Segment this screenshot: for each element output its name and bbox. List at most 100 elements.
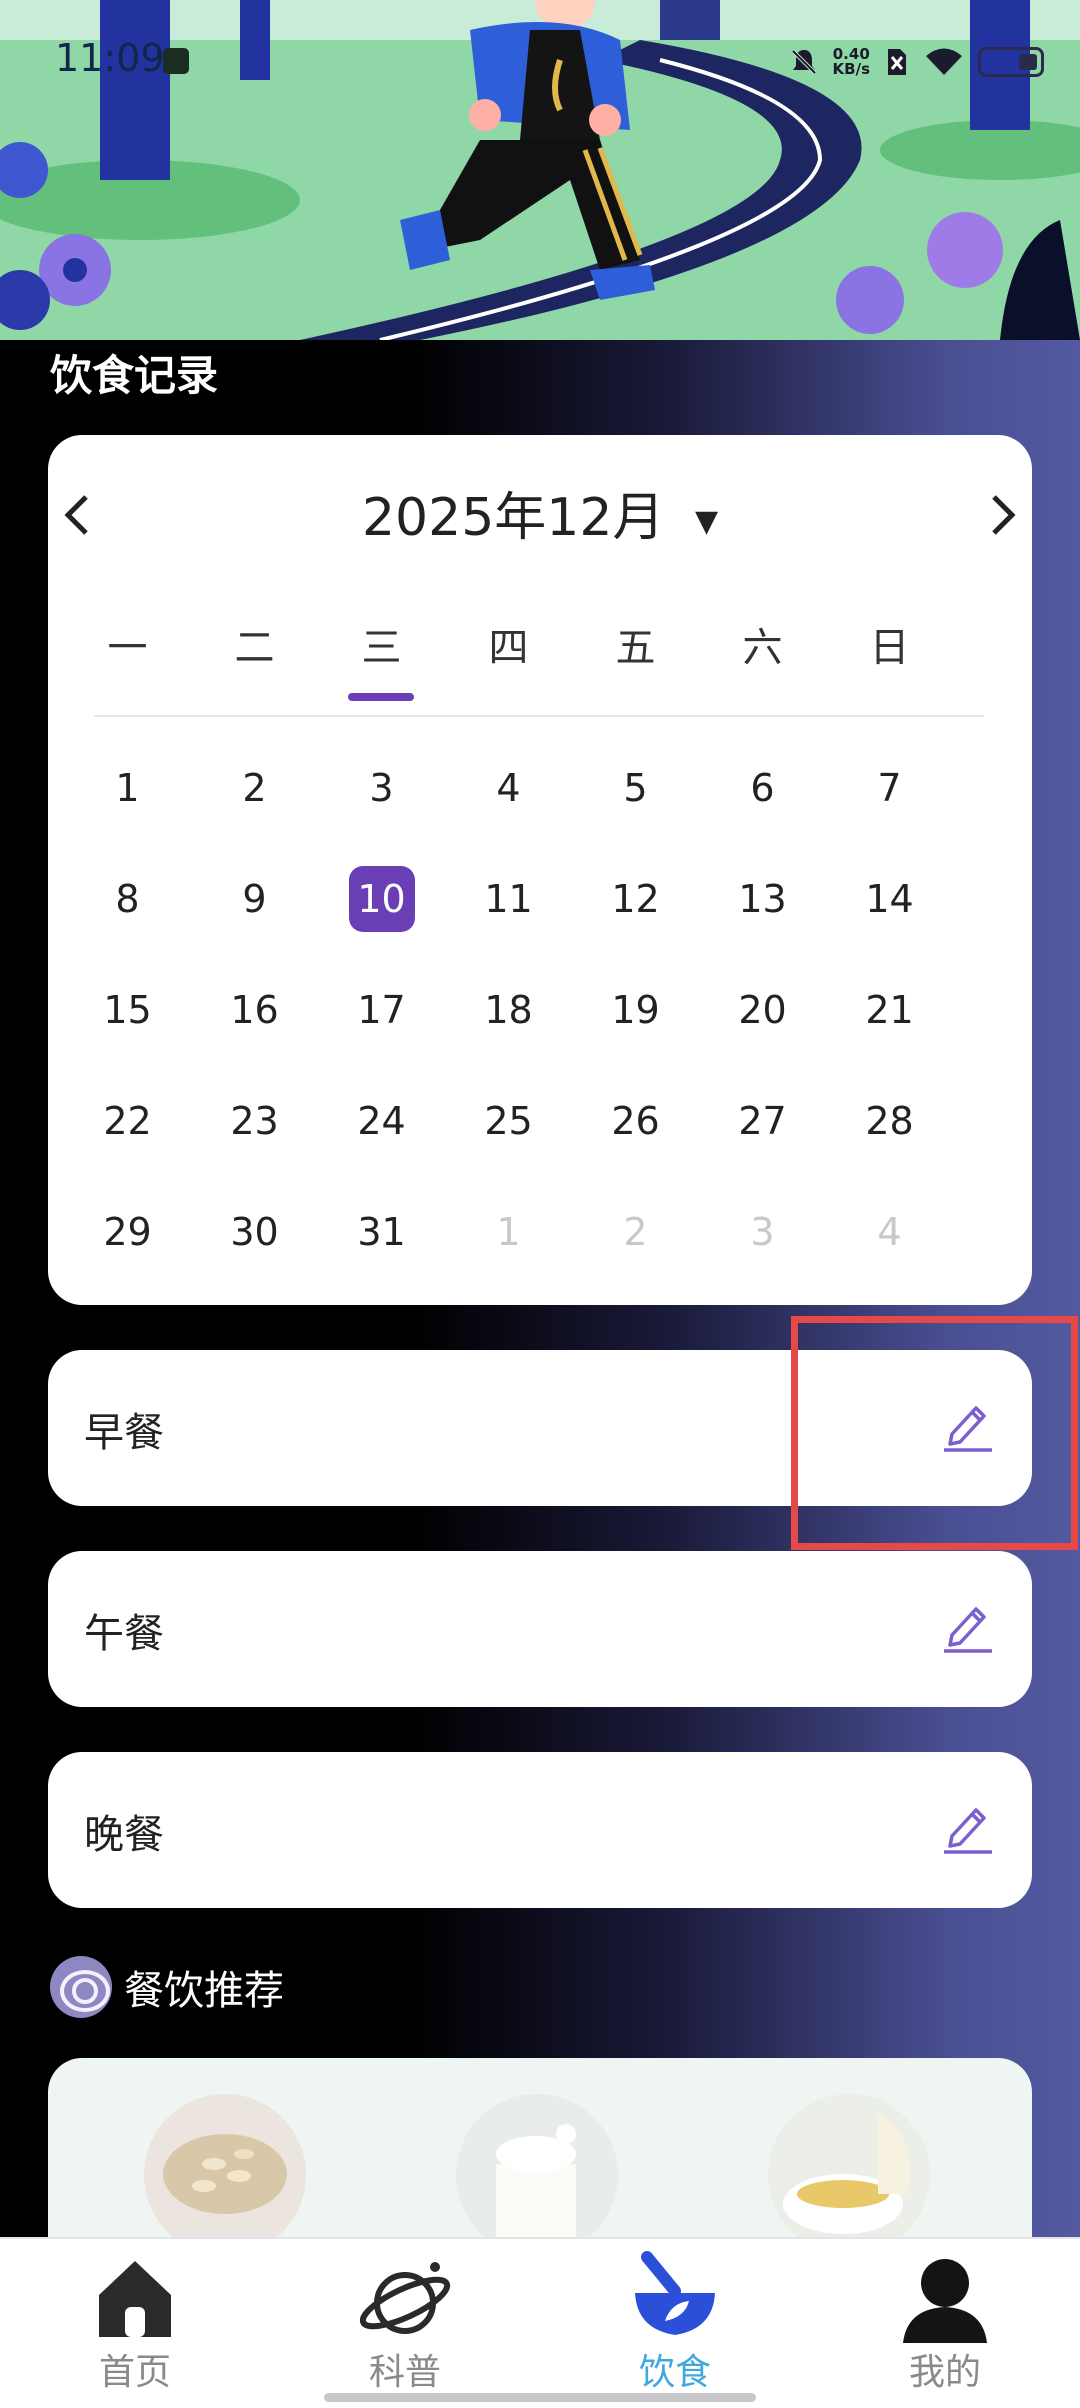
calendar-day-next-month[interactable]: 3 [699, 1199, 826, 1310]
calendar-day[interactable]: 2 [191, 755, 318, 866]
calendar-day-number: 31 [357, 1210, 406, 1254]
month-selector[interactable]: 2025年12月 ▼ [48, 475, 1032, 550]
calendar-day[interactable]: 25 [445, 1088, 572, 1199]
calendar-day-number: 9 [242, 877, 267, 921]
calendar-day-next-month[interactable]: 1 [445, 1199, 572, 1310]
notification-icon [163, 48, 189, 74]
nav-item-science[interactable]: 科普 [270, 2239, 540, 2408]
status-bar: 11:09 0.40 KB/s [0, 30, 1080, 94]
weekday-mon: 一 [107, 625, 148, 671]
edit-icon[interactable] [942, 1601, 994, 1655]
screen: 11:09 0.40 KB/s 饮食记录 2025年12月 ▼ 一 二 三 四 … [0, 0, 1080, 2408]
calendar-day-number: 7 [877, 766, 902, 810]
calendar-day[interactable]: 22 [64, 1088, 191, 1199]
edit-icon[interactable] [942, 1802, 994, 1856]
calendar-day-selected[interactable]: 10 [318, 866, 445, 977]
battery-icon [978, 47, 1044, 77]
weekday-thu: 四 [488, 625, 529, 671]
calendar-day[interactable]: 12 [572, 866, 699, 977]
nav-label: 首页 [98, 2352, 171, 2393]
calendar-day[interactable]: 5 [572, 755, 699, 866]
calendar-day[interactable]: 31 [318, 1199, 445, 1310]
calendar-day-number: 22 [103, 1099, 152, 1143]
nav-item-diet[interactable]: 饮食 [540, 2239, 810, 2408]
calendar-day[interactable]: 3 [318, 755, 445, 866]
calendar-day[interactable]: 20 [699, 977, 826, 1088]
meal-label: 晚餐 [84, 1812, 164, 1858]
food-image-milk[interactable] [456, 2094, 618, 2256]
calendar-day[interactable]: 28 [826, 1088, 953, 1199]
calendar-day-number: 13 [738, 877, 787, 921]
home-icon [99, 2261, 171, 2337]
page-title: 饮食记录 [50, 351, 219, 400]
meal-label: 早餐 [84, 1410, 164, 1456]
net-speed-unit: KB/s [832, 60, 870, 78]
calendar-day-next-month[interactable]: 4 [826, 1199, 953, 1310]
calendar-day[interactable]: 13 [699, 866, 826, 977]
calendar-day-number: 6 [750, 766, 775, 810]
highlight-box [791, 1316, 1078, 1550]
calendar-day[interactable]: 15 [64, 977, 191, 1088]
calendar-day-number: 15 [103, 988, 152, 1032]
nav-label: 我的 [908, 2352, 981, 2393]
calendar-day[interactable]: 26 [572, 1088, 699, 1199]
month-title: 2025年12月 [361, 488, 665, 548]
weekday-tue: 二 [234, 625, 275, 671]
home-indicator[interactable] [324, 2393, 756, 2402]
calendar-days: 1 2 3 4 5 6 7 8 9 10 11 12 13 14 15 16 1… [64, 755, 954, 1310]
meal-card-dinner[interactable]: 晚餐 [48, 1752, 1032, 1908]
mortar-icon [635, 2251, 715, 2335]
calendar-day[interactable]: 18 [445, 977, 572, 1088]
meal-card-lunch[interactable]: 午餐 [48, 1551, 1032, 1707]
calendar-day-number: 28 [865, 1099, 914, 1143]
no-sim-icon [888, 49, 906, 75]
calendar-day-number: 3 [369, 766, 394, 810]
caret-down-icon: ▼ [694, 503, 719, 539]
calendar-day[interactable]: 23 [191, 1088, 318, 1199]
meal-label: 午餐 [84, 1611, 164, 1657]
calendar-day[interactable]: 24 [318, 1088, 445, 1199]
calendar-day-next-month[interactable]: 2 [572, 1199, 699, 1310]
status-indicators: 0.40 KB/s [789, 40, 1044, 84]
calendar-day-number: 3 [750, 1210, 775, 1254]
calendar-day[interactable]: 6 [699, 755, 826, 866]
calendar-day-number: 20 [738, 988, 787, 1032]
mute-bell-icon [791, 49, 816, 75]
weekday-fri: 五 [615, 625, 656, 671]
calendar-day-number: 29 [103, 1210, 152, 1254]
calendar-day[interactable]: 19 [572, 977, 699, 1088]
calendar-day-number: 23 [230, 1099, 279, 1143]
calendar-day[interactable]: 1 [64, 755, 191, 866]
calendar-day-number: 4 [877, 1210, 902, 1254]
calendar-day-number: 10 [348, 866, 415, 932]
weekday-sat: 六 [742, 625, 783, 671]
calendar-day[interactable]: 4 [445, 755, 572, 866]
calendar-day[interactable]: 7 [826, 755, 953, 866]
calendar-day[interactable]: 29 [64, 1199, 191, 1310]
calendar-day-number: 26 [611, 1099, 660, 1143]
calendar-day[interactable]: 11 [445, 866, 572, 977]
calendar-day[interactable]: 30 [191, 1199, 318, 1310]
calendar-day[interactable]: 27 [699, 1088, 826, 1199]
food-image-soymilk[interactable] [768, 2094, 930, 2256]
food-image-oats[interactable] [144, 2094, 306, 2256]
calendar-day[interactable]: 16 [191, 977, 318, 1088]
wifi-icon [926, 48, 962, 75]
nav-item-home[interactable]: 首页 [0, 2239, 270, 2408]
calendar-card: 2025年12月 ▼ 一 二 三 四 五 六 日 1 2 3 4 5 6 7 8 [48, 435, 1032, 1305]
calendar-day-number: 18 [484, 988, 533, 1032]
recommend-title: 餐饮推荐 [124, 1968, 284, 2014]
weekday-sun: 日 [869, 625, 910, 671]
next-month-button[interactable] [978, 485, 1028, 545]
calendar-day-number: 17 [357, 988, 406, 1032]
calendar-day-number: 1 [496, 1210, 521, 1254]
bottom-nav: 首页 科普 饮食 我的 [0, 2237, 1080, 2408]
calendar-day[interactable]: 14 [826, 866, 953, 977]
calendar-day[interactable]: 8 [64, 866, 191, 977]
calendar-day[interactable]: 9 [191, 866, 318, 977]
calendar-day[interactable]: 17 [318, 977, 445, 1088]
planet-icon [359, 2262, 451, 2334]
calendar-day-number: 24 [357, 1099, 406, 1143]
nav-item-mine[interactable]: 我的 [810, 2239, 1080, 2408]
calendar-day[interactable]: 21 [826, 977, 953, 1088]
